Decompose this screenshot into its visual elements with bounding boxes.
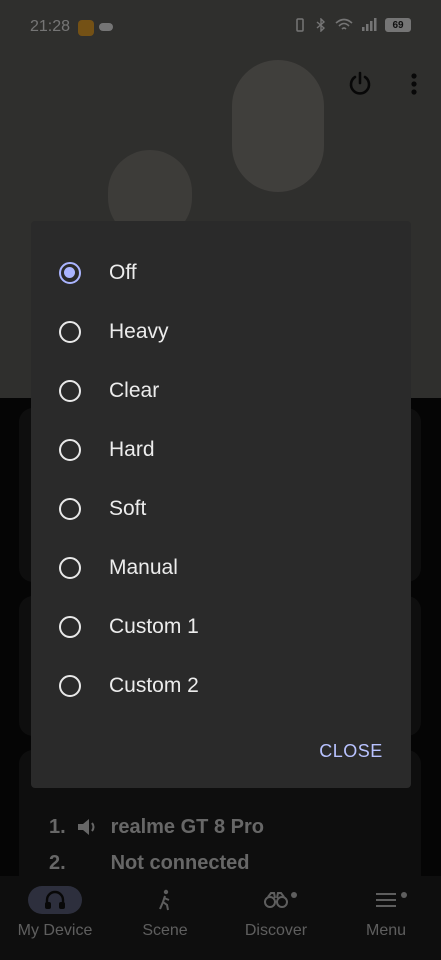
option-hard[interactable]: Hard bbox=[31, 421, 411, 479]
option-label: Custom 2 bbox=[109, 674, 199, 697]
eq-preset-dialog: Off Heavy Clear Hard Soft Manual Custom … bbox=[31, 221, 411, 788]
option-label: Soft bbox=[109, 497, 147, 520]
option-label: Manual bbox=[109, 556, 178, 579]
radio-button[interactable] bbox=[59, 675, 81, 697]
option-custom-2[interactable]: Custom 2 bbox=[31, 657, 411, 715]
option-label: Clear bbox=[109, 379, 160, 402]
option-custom-1[interactable]: Custom 1 bbox=[31, 598, 411, 656]
radio-button[interactable] bbox=[59, 557, 81, 579]
option-off[interactable]: Off bbox=[31, 244, 411, 302]
radio-button[interactable] bbox=[59, 439, 81, 461]
radio-button[interactable] bbox=[59, 321, 81, 343]
radio-button[interactable] bbox=[59, 498, 81, 520]
radio-button[interactable] bbox=[59, 380, 81, 402]
option-label: Off bbox=[109, 261, 137, 284]
option-label: Heavy bbox=[109, 320, 169, 343]
option-label: Hard bbox=[109, 438, 155, 461]
option-label: Custom 1 bbox=[109, 615, 199, 638]
radio-button[interactable] bbox=[59, 616, 81, 638]
option-soft[interactable]: Soft bbox=[31, 480, 411, 538]
option-clear[interactable]: Clear bbox=[31, 362, 411, 420]
radio-button-checked[interactable] bbox=[59, 262, 81, 284]
option-heavy[interactable]: Heavy bbox=[31, 303, 411, 361]
option-manual[interactable]: Manual bbox=[31, 539, 411, 597]
close-button[interactable]: CLOSE bbox=[311, 733, 391, 769]
